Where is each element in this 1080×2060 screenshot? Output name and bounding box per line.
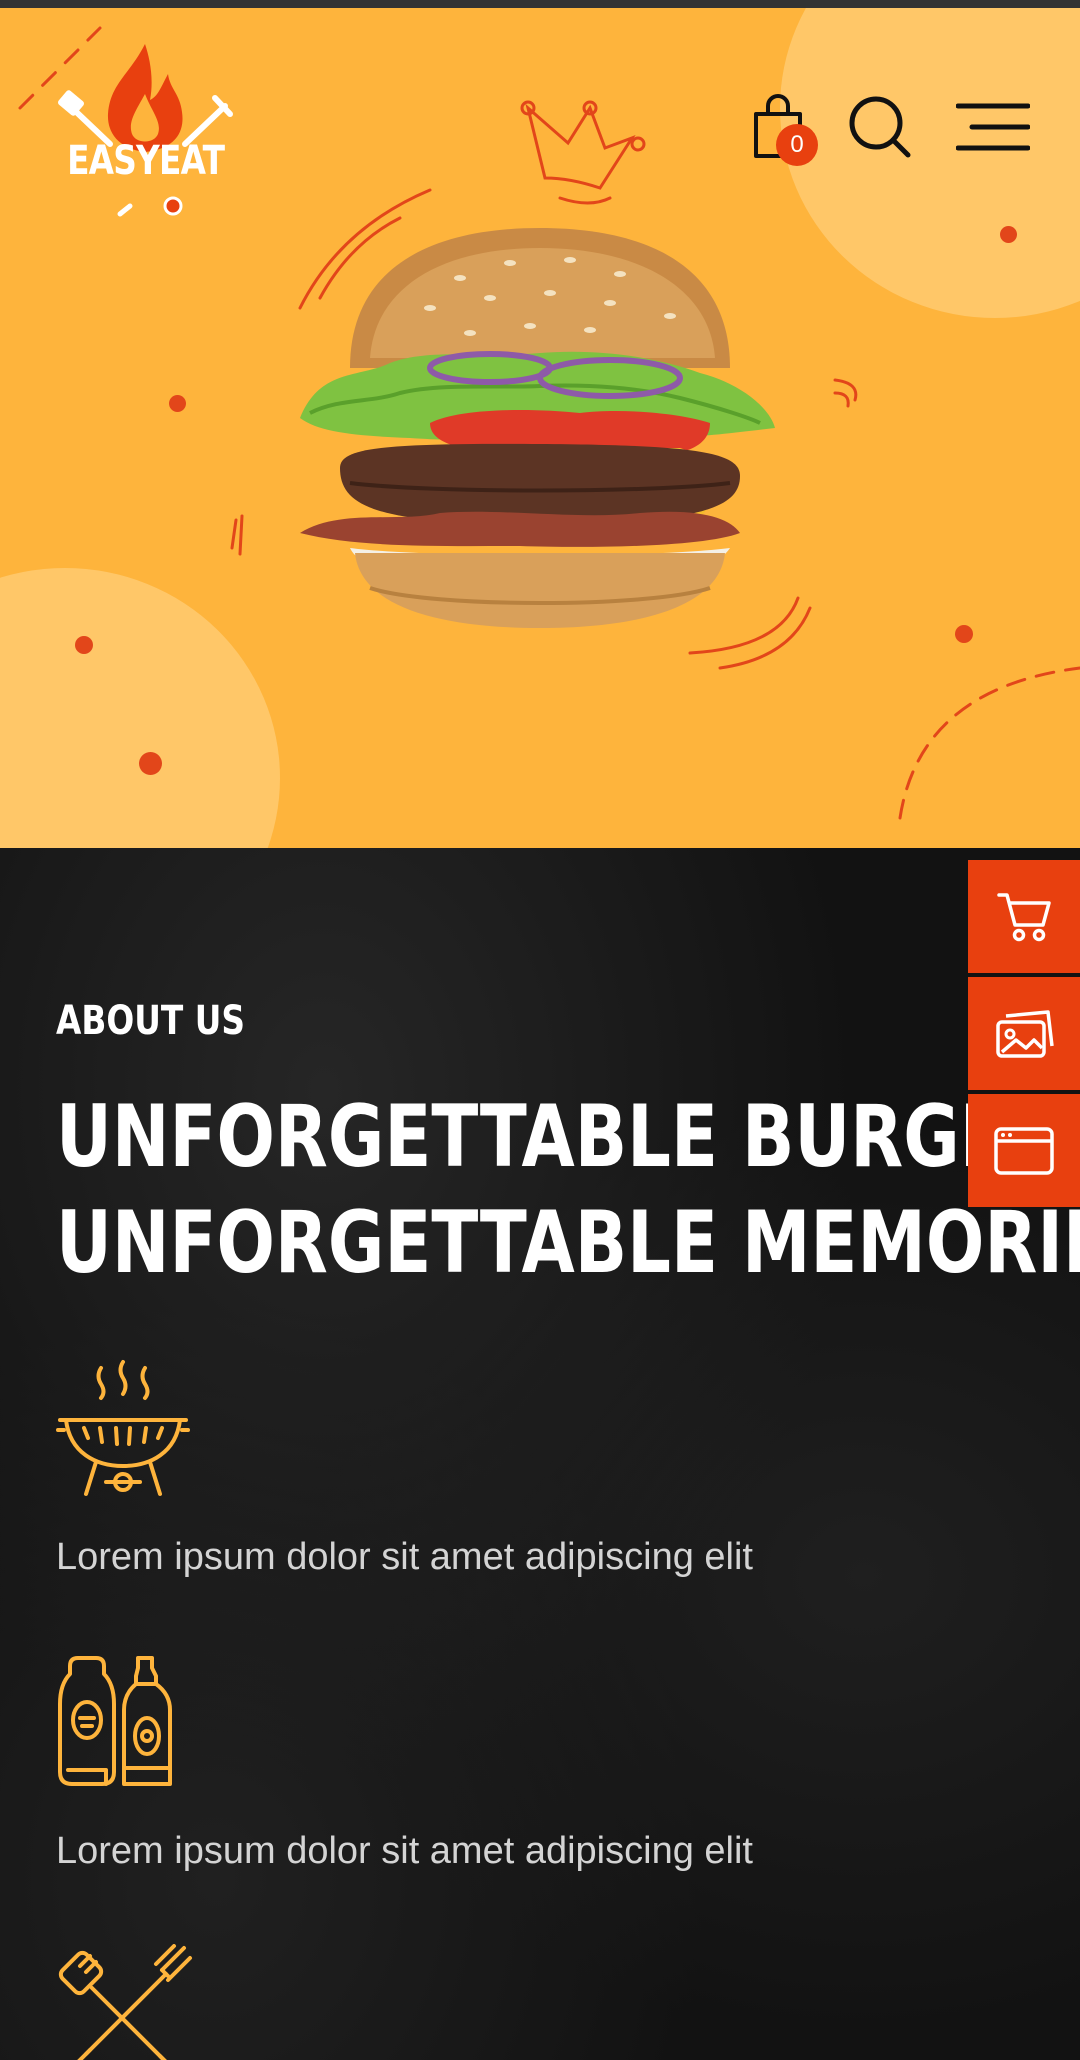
header-actions: 0 (752, 94, 1031, 166)
status-strip (0, 0, 1080, 8)
feature-text: Lorem ipsum dolor sit amet adipiscing el… (56, 1830, 753, 1872)
search-icon (849, 96, 911, 158)
page: EASYEAT 0 ABOUT US UNFORGETTABLE BURGERS… (0, 0, 1080, 2060)
hamburger-menu-icon (955, 103, 1031, 151)
feature-item (56, 1654, 178, 1797)
cart-icon (997, 892, 1051, 941)
side-gallery-button[interactable] (968, 977, 1080, 1090)
feature-item (56, 1358, 190, 1503)
about-title: UNFORGETTABLE BURGERS, UNFORGETTABLE MEM… (56, 1084, 1080, 1296)
side-window-button[interactable] (968, 1094, 1080, 1207)
flame-logo-icon (58, 44, 233, 217)
hero-section: EASYEAT 0 (0, 8, 1080, 848)
cart-button[interactable]: 0 (752, 94, 818, 166)
about-title-line-2: UNFORGETTABLE MEMORIES (56, 1193, 1080, 1293)
gallery-icon (996, 1009, 1054, 1058)
grill-icon (56, 1360, 190, 1496)
brand-logo[interactable]: EASYEAT (50, 34, 240, 224)
search-button[interactable] (848, 95, 912, 164)
about-title-line-1: UNFORGETTABLE BURGERS, (56, 1087, 1080, 1187)
browser-window-icon (994, 1126, 1054, 1175)
feature-item (56, 1944, 196, 2060)
side-cart-button[interactable] (968, 860, 1080, 973)
bbq-tools-icon (58, 1944, 192, 2060)
menu-button[interactable] (955, 102, 1031, 157)
sauce-bottles-icon (58, 1656, 172, 1786)
feature-text: Lorem ipsum dolor sit amet adipiscing el… (56, 1536, 753, 1578)
burger-image (300, 228, 775, 628)
about-eyebrow: ABOUT US (56, 998, 245, 1044)
side-action-buttons (968, 860, 1080, 1211)
brand-name: EASYEAT (67, 138, 225, 184)
cart-count-badge: 0 (776, 124, 818, 166)
about-section: ABOUT US UNFORGETTABLE BURGERS, UNFORGET… (0, 848, 1080, 2060)
